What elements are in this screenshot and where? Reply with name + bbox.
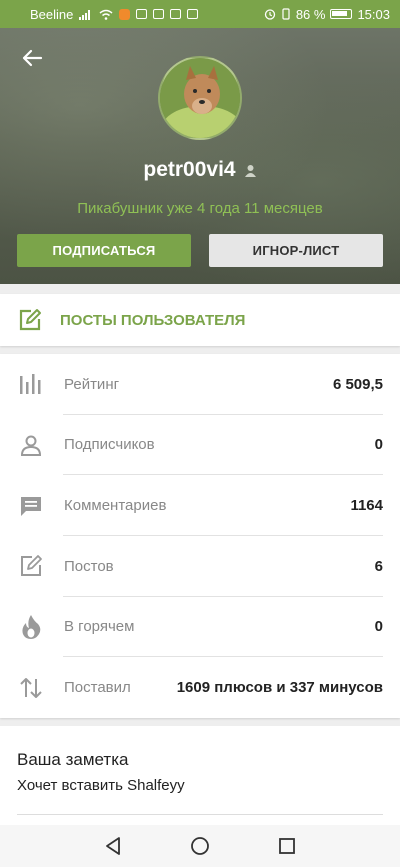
message-notification-icon — [170, 9, 182, 19]
stat-row-votes: Поставил 1609 плюсов и 337 минусов — [0, 657, 400, 718]
battery-icon — [330, 9, 353, 19]
stat-row-comments: Комментариев 1164 — [0, 475, 400, 536]
signal-icon — [79, 9, 91, 20]
stat-value: 0 — [374, 436, 383, 454]
note-title: Ваша заметка — [17, 750, 129, 769]
stat-label: Поставил — [64, 679, 131, 697]
stat-label: Комментариев — [64, 497, 167, 515]
system-nav-bar — [0, 825, 400, 867]
note-text[interactable]: Хочет вставить Shalfeyy — [17, 777, 383, 794]
stat-label: Рейтинг — [64, 375, 120, 393]
square-recents-icon — [278, 838, 295, 854]
ignore-list-button[interactable]: ИГНОР-ЛИСТ — [209, 234, 383, 267]
carrier-label: Beeline — [30, 6, 74, 22]
sort-arrows-icon — [18, 675, 44, 701]
subscribe-button[interactable]: ПОДПИСАТЬСЯ — [17, 234, 191, 267]
circle-home-icon — [191, 837, 209, 855]
note-section[interactable]: Ваша заметка Хочет вставить Shalfeyy — [0, 726, 400, 825]
user-posts-label: ПОСТЫ ПОЛЬЗОВАТЕЛЯ — [60, 311, 246, 329]
nav-back-button[interactable] — [98, 831, 128, 861]
fire-icon — [18, 614, 44, 640]
stat-row-subscribers: Подписчиков 0 — [0, 415, 400, 476]
stats-list: Рейтинг 6 509,5 Подписчиков 0 Комментари… — [0, 354, 400, 718]
avatar[interactable] — [158, 56, 242, 140]
status-bar: Beeline 86 % 15:03 — [0, 0, 400, 28]
stat-row-posts: Постов 6 — [0, 536, 400, 597]
username: petr00vi4 — [143, 158, 236, 181]
clock: 15:03 — [357, 6, 390, 22]
back-button[interactable] — [18, 44, 46, 72]
user-posts-link[interactable]: ПОСТЫ ПОЛЬЗОВАТЕЛЯ — [0, 294, 400, 346]
dog-avatar-image — [160, 58, 240, 138]
mail-notification-icon — [153, 9, 165, 19]
app-notification-icon — [119, 8, 131, 20]
vibrate-icon — [282, 8, 290, 20]
comment-icon — [18, 493, 44, 519]
stat-value: 1609 плюсов и 337 минусов — [176, 679, 383, 697]
edit-icon — [19, 309, 41, 331]
stat-label: Подписчиков — [64, 436, 155, 454]
profile-header: petr00vi4 Пикабушник уже 4 года 11 месяц… — [0, 28, 400, 284]
stat-row-hot: В горячем 0 — [0, 597, 400, 658]
gallery-notification-icon — [136, 9, 148, 19]
nav-recents-button[interactable] — [272, 831, 302, 861]
image-notification-icon — [187, 9, 199, 19]
alarm-icon — [264, 9, 275, 20]
stat-row-rating: Рейтинг 6 509,5 — [0, 354, 400, 415]
stat-value: 0 — [374, 618, 383, 636]
person-icon — [18, 432, 44, 458]
wifi-icon — [99, 9, 113, 20]
stat-label: Постов — [64, 557, 114, 575]
nav-home-button[interactable] — [185, 831, 215, 861]
stat-label: В горячем — [64, 618, 135, 636]
stat-value: 6 — [374, 557, 383, 575]
stat-value: 1164 — [350, 497, 383, 515]
divider — [17, 814, 383, 815]
arrow-left-icon — [22, 49, 43, 67]
edit-icon — [18, 553, 44, 579]
triangle-back-icon — [106, 837, 121, 855]
rating-icon — [18, 371, 44, 397]
user-badge-icon — [244, 164, 256, 177]
member-since: Пикабушник уже 4 года 11 месяцев — [77, 200, 323, 217]
stat-value: 6 509,5 — [332, 375, 383, 393]
battery-percent: 86 % — [295, 6, 326, 22]
